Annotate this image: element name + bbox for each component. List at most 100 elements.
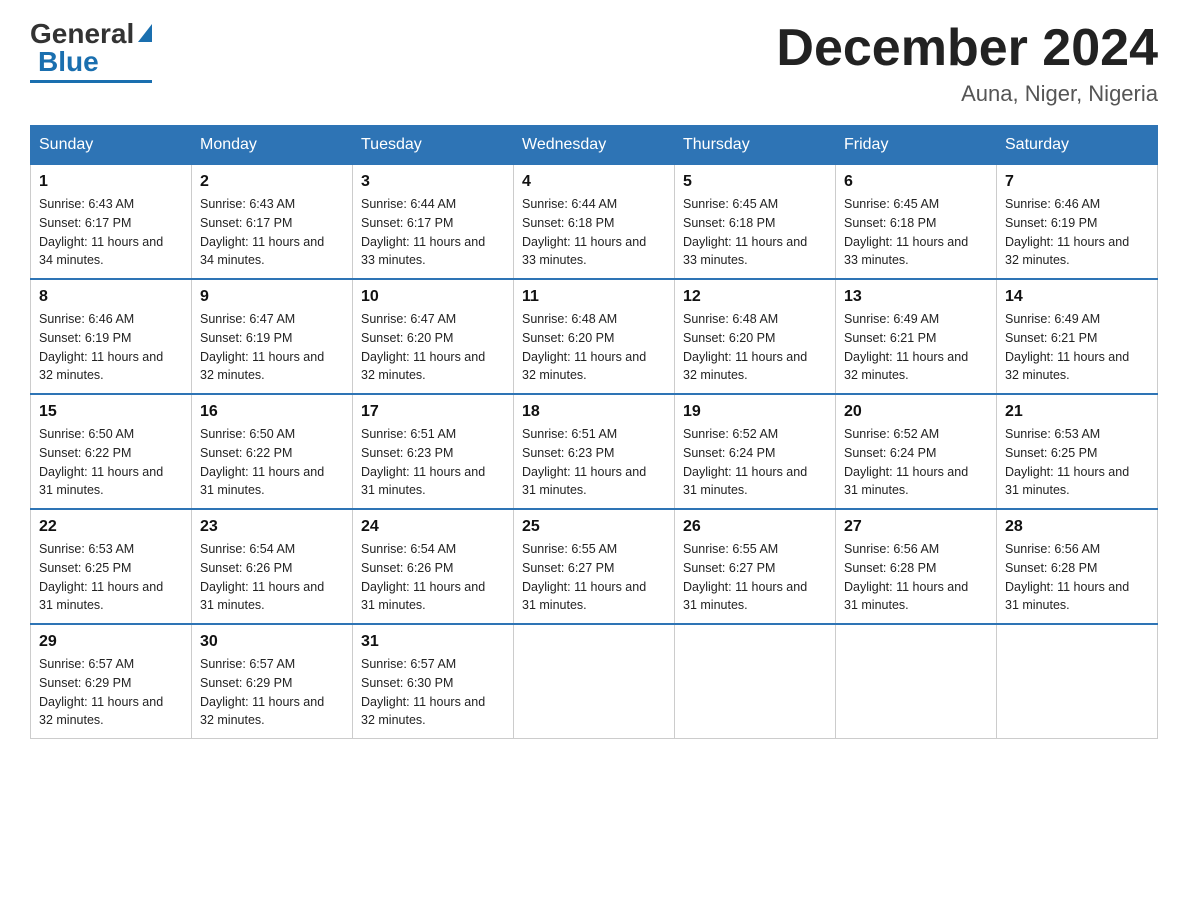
day-info: Sunrise: 6:56 AMSunset: 6:28 PMDaylight:…	[844, 540, 988, 615]
day-info: Sunrise: 6:44 AMSunset: 6:18 PMDaylight:…	[522, 195, 666, 270]
calendar-cell: 12Sunrise: 6:48 AMSunset: 6:20 PMDayligh…	[675, 279, 836, 394]
week-row-4: 22 Sunrise: 6:53 AMSunset: 6:25 PMDayligh…	[31, 509, 1158, 624]
day-number: 28	[1005, 518, 1149, 536]
calendar-cell: 28 Sunrise: 6:56 AMSunset: 6:28 PMDayligh…	[997, 509, 1158, 624]
calendar-cell: 5Sunrise: 6:45 AMSunset: 6:18 PMDaylight…	[675, 165, 836, 280]
day-info: Sunrise: 6:57 AMSunset: 6:30 PMDaylight:…	[361, 655, 505, 730]
column-header-tuesday: Tuesday	[353, 126, 514, 165]
calendar-cell	[836, 624, 997, 739]
calendar-table: SundayMondayTuesdayWednesdayThursdayFrid…	[30, 125, 1158, 739]
day-number: 17	[361, 403, 505, 421]
day-number: 4	[522, 173, 666, 191]
calendar-cell: 29Sunrise: 6:57 AMSunset: 6:29 PMDayligh…	[31, 624, 192, 739]
day-info: Sunrise: 6:49 AMSunset: 6:21 PMDaylight:…	[844, 310, 988, 385]
day-info: Sunrise: 6:52 AMSunset: 6:24 PMDaylight:…	[844, 425, 988, 500]
calendar-cell: 7 Sunrise: 6:46 AMSunset: 6:19 PMDaylight…	[997, 165, 1158, 280]
day-info: Sunrise: 6:45 AMSunset: 6:18 PMDaylight:…	[683, 195, 827, 270]
day-number: 14	[1005, 288, 1149, 306]
column-header-sunday: Sunday	[31, 126, 192, 165]
logo: General Blue	[30, 20, 152, 83]
day-info: Sunrise: 6:45 AMSunset: 6:18 PMDaylight:…	[844, 195, 988, 270]
day-number: 30	[200, 633, 344, 651]
calendar-cell: 4 Sunrise: 6:44 AMSunset: 6:18 PMDaylight…	[514, 165, 675, 280]
day-info: Sunrise: 6:53 AMSunset: 6:25 PMDaylight:…	[39, 540, 183, 615]
day-info: Sunrise: 6:50 AMSunset: 6:22 PMDaylight:…	[200, 425, 344, 500]
calendar-cell: 14 Sunrise: 6:49 AMSunset: 6:21 PMDayligh…	[997, 279, 1158, 394]
column-header-monday: Monday	[192, 126, 353, 165]
logo-triangle-icon	[138, 24, 152, 42]
day-info: Sunrise: 6:52 AMSunset: 6:24 PMDaylight:…	[683, 425, 827, 500]
day-number: 26	[683, 518, 827, 536]
day-info: Sunrise: 6:49 AMSunset: 6:21 PMDaylight:…	[1005, 310, 1149, 385]
calendar-cell: 21Sunrise: 6:53 AMSunset: 6:25 PMDayligh…	[997, 394, 1158, 509]
day-info: Sunrise: 6:47 AMSunset: 6:19 PMDaylight:…	[200, 310, 344, 385]
week-row-3: 15 Sunrise: 6:50 AMSunset: 6:22 PMDayligh…	[31, 394, 1158, 509]
day-info: Sunrise: 6:55 AMSunset: 6:27 PMDaylight:…	[683, 540, 827, 615]
day-info: Sunrise: 6:50 AMSunset: 6:22 PMDaylight:…	[39, 425, 183, 500]
day-number: 22	[39, 518, 183, 536]
day-number: 20	[844, 403, 988, 421]
day-number: 1	[39, 173, 183, 191]
logo-general-text: General	[30, 20, 134, 48]
day-info: Sunrise: 6:55 AMSunset: 6:27 PMDaylight:…	[522, 540, 666, 615]
page-header: General Blue December 2024 Auna, Niger, …	[30, 20, 1158, 107]
day-info: Sunrise: 6:43 AMSunset: 6:17 PMDaylight:…	[200, 195, 344, 270]
calendar-cell: 6 Sunrise: 6:45 AMSunset: 6:18 PMDaylight…	[836, 165, 997, 280]
calendar-cell: 27 Sunrise: 6:56 AMSunset: 6:28 PMDayligh…	[836, 509, 997, 624]
calendar-cell	[514, 624, 675, 739]
day-number: 15	[39, 403, 183, 421]
calendar-cell: 16Sunrise: 6:50 AMSunset: 6:22 PMDayligh…	[192, 394, 353, 509]
day-info: Sunrise: 6:54 AMSunset: 6:26 PMDaylight:…	[361, 540, 505, 615]
day-info: Sunrise: 6:56 AMSunset: 6:28 PMDaylight:…	[1005, 540, 1149, 615]
column-header-thursday: Thursday	[675, 126, 836, 165]
calendar-cell: 19 Sunrise: 6:52 AMSunset: 6:24 PMDayligh…	[675, 394, 836, 509]
day-number: 27	[844, 518, 988, 536]
calendar-cell: 9 Sunrise: 6:47 AMSunset: 6:19 PMDaylight…	[192, 279, 353, 394]
column-header-saturday: Saturday	[997, 126, 1158, 165]
calendar-cell: 30 Sunrise: 6:57 AMSunset: 6:29 PMDayligh…	[192, 624, 353, 739]
day-number: 19	[683, 403, 827, 421]
day-number: 12	[683, 288, 827, 306]
calendar-cell: 18Sunrise: 6:51 AMSunset: 6:23 PMDayligh…	[514, 394, 675, 509]
calendar-cell: 26 Sunrise: 6:55 AMSunset: 6:27 PMDayligh…	[675, 509, 836, 624]
calendar-cell: 11Sunrise: 6:48 AMSunset: 6:20 PMDayligh…	[514, 279, 675, 394]
calendar-cell: 24Sunrise: 6:54 AMSunset: 6:26 PMDayligh…	[353, 509, 514, 624]
day-number: 10	[361, 288, 505, 306]
page-title: December 2024	[776, 20, 1158, 77]
week-row-5: 29 Sunrise: 6:57 AMSunset: 6:29 PMDayligh…	[31, 624, 1158, 739]
day-number: 9	[200, 288, 344, 306]
calendar-cell	[675, 624, 836, 739]
calendar-cell: 31 Sunrise: 6:57 AMSunset: 6:30 PMDayligh…	[353, 624, 514, 739]
day-number: 3	[361, 173, 505, 191]
day-info: Sunrise: 6:46 AMSunset: 6:19 PMDaylight:…	[1005, 195, 1149, 270]
calendar-cell: 13 Sunrise: 6:49 AMSunset: 6:21 PMDayligh…	[836, 279, 997, 394]
header-row: SundayMondayTuesdayWednesdayThursdayFrid…	[31, 126, 1158, 165]
day-info: Sunrise: 6:51 AMSunset: 6:23 PMDaylight:…	[361, 425, 505, 500]
calendar-cell: 3 Sunrise: 6:44 AMSunset: 6:17 PMDaylight…	[353, 165, 514, 280]
day-number: 29	[39, 633, 183, 651]
week-row-2: 8Sunrise: 6:46 AMSunset: 6:19 PMDaylight…	[31, 279, 1158, 394]
day-number: 6	[844, 173, 988, 191]
day-number: 13	[844, 288, 988, 306]
day-info: Sunrise: 6:46 AMSunset: 6:19 PMDaylight:…	[39, 310, 183, 385]
column-header-wednesday: Wednesday	[514, 126, 675, 165]
day-info: Sunrise: 6:57 AMSunset: 6:29 PMDaylight:…	[200, 655, 344, 730]
day-info: Sunrise: 6:47 AMSunset: 6:20 PMDaylight:…	[361, 310, 505, 385]
day-number: 7	[1005, 173, 1149, 191]
calendar-cell: 22 Sunrise: 6:53 AMSunset: 6:25 PMDayligh…	[31, 509, 192, 624]
title-block: December 2024 Auna, Niger, Nigeria	[776, 20, 1158, 107]
page-subtitle: Auna, Niger, Nigeria	[776, 81, 1158, 107]
day-info: Sunrise: 6:44 AMSunset: 6:17 PMDaylight:…	[361, 195, 505, 270]
calendar-cell: 8Sunrise: 6:46 AMSunset: 6:19 PMDaylight…	[31, 279, 192, 394]
calendar-cell: 1Sunrise: 6:43 AMSunset: 6:17 PMDaylight…	[31, 165, 192, 280]
day-info: Sunrise: 6:54 AMSunset: 6:26 PMDaylight:…	[200, 540, 344, 615]
day-number: 2	[200, 173, 344, 191]
day-number: 25	[522, 518, 666, 536]
day-info: Sunrise: 6:51 AMSunset: 6:23 PMDaylight:…	[522, 425, 666, 500]
column-header-friday: Friday	[836, 126, 997, 165]
calendar-cell: 17 Sunrise: 6:51 AMSunset: 6:23 PMDayligh…	[353, 394, 514, 509]
calendar-cell: 10 Sunrise: 6:47 AMSunset: 6:20 PMDayligh…	[353, 279, 514, 394]
week-row-1: 1 Sunrise: 6:43 AMSunset: 6:17 PMDaylight…	[31, 165, 1158, 280]
day-number: 11	[522, 288, 666, 306]
day-number: 31	[361, 633, 505, 651]
